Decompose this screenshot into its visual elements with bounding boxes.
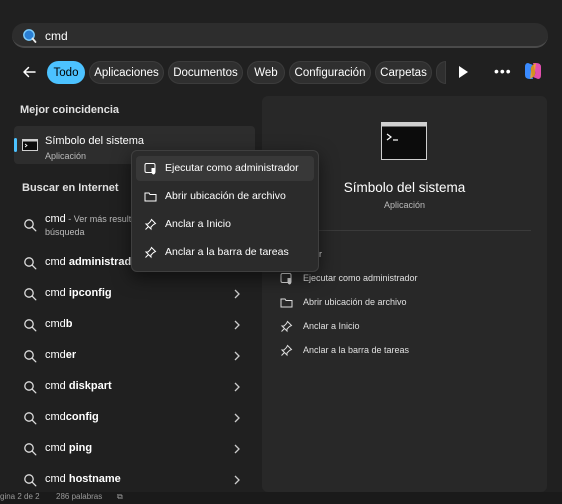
search-icon bbox=[24, 350, 37, 363]
copilot-icon[interactable] bbox=[522, 60, 544, 82]
accessibility-icon: ⧉ bbox=[117, 492, 123, 501]
cmd-app-icon bbox=[22, 139, 38, 151]
web-result-hint: - Ver más result bbox=[65, 214, 132, 224]
web-result-label: cmdconfig bbox=[45, 411, 99, 423]
best-match-title: Mejor coincidencia bbox=[20, 104, 120, 116]
action-label: Anclar a la barra de tareas bbox=[303, 345, 410, 355]
chevron-right-icon[interactable] bbox=[233, 443, 241, 455]
search-icon bbox=[24, 288, 37, 301]
background-status-bar: gina 2 de 2 286 palabras ⧉ bbox=[0, 492, 562, 504]
web-result-label: cmd hostname bbox=[45, 473, 121, 485]
web-result-label: cmd diskpart bbox=[45, 380, 112, 392]
pin-icon bbox=[280, 320, 293, 333]
chevron-right-icon[interactable] bbox=[233, 381, 241, 393]
search-bar[interactable] bbox=[12, 23, 548, 48]
web-result-label: cmd ipconfig bbox=[45, 287, 112, 299]
action-pin-to-taskbar[interactable]: Anclar a la barra de tareas bbox=[280, 342, 520, 360]
best-match-name: Símbolo del sistema bbox=[45, 135, 145, 147]
web-result-hint-line2: búsqueda bbox=[45, 227, 85, 237]
web-result-item[interactable]: cmd ping bbox=[14, 436, 255, 462]
cmd-app-icon bbox=[381, 122, 427, 160]
context-menu-open-file-location[interactable]: Abrir ubicación de archivo bbox=[136, 184, 314, 209]
web-result-query: cmd bbox=[45, 213, 66, 225]
search-icon bbox=[24, 219, 37, 232]
web-result-label: cmdb bbox=[45, 318, 73, 330]
search-panel: Todo Aplicaciones Documentos Web Configu… bbox=[0, 0, 562, 504]
word-count: 286 palabras bbox=[56, 492, 103, 501]
search-icon bbox=[24, 381, 37, 394]
web-result-label: cmd - Ver más result bbox=[45, 213, 131, 225]
search-icon bbox=[24, 319, 37, 332]
action-label: Ejecutar como administrador bbox=[303, 273, 418, 283]
shield-run-icon bbox=[280, 273, 292, 285]
pin-icon bbox=[144, 218, 157, 231]
search-icon bbox=[24, 474, 37, 487]
action-label: Anclar a Inicio bbox=[303, 321, 360, 331]
context-menu-label: Anclar a Inicio bbox=[165, 218, 231, 230]
chevron-right-icon[interactable] bbox=[233, 288, 241, 300]
action-run-as-admin[interactable]: Ejecutar como administrador bbox=[280, 270, 520, 288]
context-menu-pin-to-taskbar[interactable]: Anclar a la barra de tareas bbox=[136, 240, 314, 265]
filter-tab-documentos[interactable]: Documentos bbox=[168, 61, 243, 84]
action-pin-to-start[interactable]: Anclar a Inicio bbox=[280, 318, 520, 336]
web-result-label: cmder bbox=[45, 349, 77, 361]
filter-tab-configuracion[interactable]: Configuración bbox=[289, 61, 371, 84]
search-icon bbox=[24, 257, 37, 270]
context-menu: Ejecutar como administrador Abrir ubicac… bbox=[131, 150, 319, 272]
web-result-item[interactable]: cmder bbox=[14, 343, 255, 369]
web-result-item[interactable]: cmd diskpart bbox=[14, 374, 255, 400]
pin-icon bbox=[280, 344, 293, 357]
more-options-icon[interactable]: ••• bbox=[494, 63, 512, 79]
context-menu-pin-to-start[interactable]: Anclar a Inicio bbox=[136, 212, 314, 237]
search-input[interactable] bbox=[43, 26, 527, 46]
page-count: gina 2 de 2 bbox=[0, 492, 40, 501]
action-open-file-location[interactable]: Abrir ubicación de archivo bbox=[280, 294, 520, 312]
action-label: Abrir ubicación de archivo bbox=[303, 297, 407, 307]
context-menu-label: Ejecutar como administrador bbox=[165, 162, 299, 174]
chevron-right-icon[interactable] bbox=[233, 412, 241, 424]
web-result-item[interactable]: cmdb bbox=[14, 312, 255, 338]
context-menu-run-as-admin[interactable]: Ejecutar como administrador bbox=[136, 156, 314, 181]
web-search-title: Buscar en Internet bbox=[22, 182, 119, 194]
filter-tab-overflow[interactable] bbox=[436, 61, 446, 84]
search-icon bbox=[24, 443, 37, 456]
folder-icon bbox=[280, 298, 293, 308]
web-result-label: cmd administrador bbox=[45, 256, 143, 268]
pin-icon bbox=[144, 246, 157, 259]
search-icon bbox=[24, 412, 37, 425]
back-arrow-icon[interactable] bbox=[18, 61, 40, 83]
filter-tab-carpetas[interactable]: Carpetas bbox=[375, 61, 432, 84]
context-menu-label: Abrir ubicación de archivo bbox=[165, 190, 286, 202]
filter-tab-todo[interactable]: Todo bbox=[47, 61, 85, 84]
web-result-label: cmd ping bbox=[45, 442, 93, 454]
web-result-item[interactable]: cmdconfig bbox=[14, 405, 255, 431]
context-menu-label: Anclar a la barra de tareas bbox=[165, 246, 289, 258]
filter-tab-web[interactable]: Web bbox=[247, 61, 285, 84]
best-match-type: Aplicación bbox=[45, 151, 87, 161]
web-result-item[interactable]: cmd ipconfig bbox=[14, 281, 255, 307]
shield-run-icon bbox=[144, 163, 156, 175]
selection-accent bbox=[14, 138, 17, 152]
chevron-right-icon[interactable] bbox=[233, 350, 241, 362]
play-icon[interactable] bbox=[456, 64, 470, 80]
search-icon bbox=[23, 29, 37, 43]
filter-tab-aplicaciones[interactable]: Aplicaciones bbox=[89, 61, 164, 84]
chevron-right-icon[interactable] bbox=[233, 474, 241, 486]
chevron-right-icon[interactable] bbox=[233, 319, 241, 331]
folder-icon bbox=[144, 192, 157, 202]
web-result-item[interactable]: cmd hostname bbox=[14, 467, 255, 493]
